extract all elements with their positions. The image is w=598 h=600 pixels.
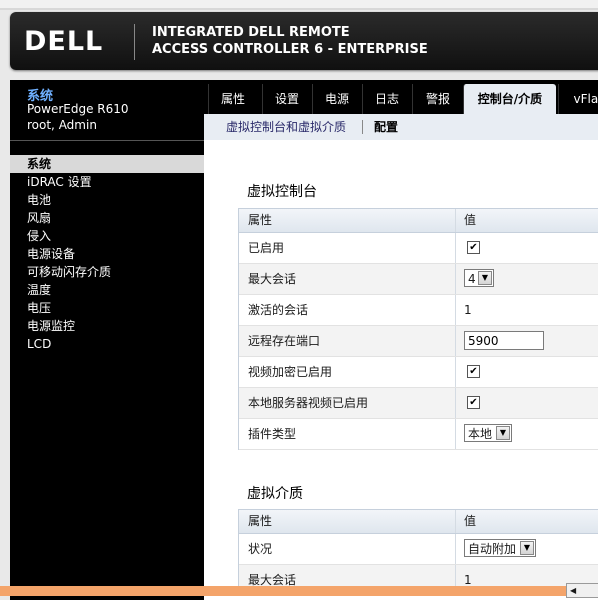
column-divider [455,388,456,418]
chevron-down-icon: ▼ [520,541,534,555]
table-row-enabled: 已启用 ✔ [239,233,598,264]
media-status-value: 自动附加 [468,542,517,556]
row-label: 激活的会话 [248,303,309,317]
column-divider [455,264,456,294]
chevron-down-icon: ▼ [478,271,492,285]
tab-setup[interactable]: 设置 [262,84,311,114]
virtual-media-table: 属性 值 状况 自动附加 ▼ 最大会话 1 [238,509,598,596]
column-divider [455,510,456,533]
column-divider [455,209,456,232]
virtual-media-heading: 虚拟介质 [247,486,303,502]
tab-logs[interactable]: 日志 [362,84,411,114]
column-divider [455,534,456,564]
tab-alerts[interactable]: 警报 [412,84,463,114]
row-label: 插件类型 [248,427,297,441]
virtual-console-table: 属性 值 已启用 ✔ 最大会话 4 ▼ 激活的会话 1 远程存在端口 5900 … [238,208,598,450]
table-header: 属性 值 [239,510,598,534]
plugin-type-select[interactable]: 本地 ▼ [464,424,512,442]
sidebar-item-lcd[interactable]: LCD [10,335,204,353]
subnav-configuration[interactable]: 配置 [374,118,398,135]
sidebar-item-system[interactable]: 系统 [10,155,204,173]
product-title: INTEGRATED DELL REMOTE ACCESS CONTROLLER… [152,24,428,58]
row-label: 已启用 [248,241,285,255]
dell-logo: DELL [24,26,104,57]
table-row-video-encryption: 视频加密已启用 ✔ [239,357,598,388]
bottom-status-strip [0,586,598,596]
tab-power[interactable]: 电源 [312,84,361,114]
sidebar-item-voltages[interactable]: 电压 [10,299,204,317]
sidebar-item-idrac-settings[interactable]: iDRAC 设置 [10,173,204,191]
sub-navigation: 虚拟控制台和虚拟介质 配置 [204,114,598,140]
tab-vflash[interactable]: vFlas [558,84,598,114]
sidebar-item-intrusion[interactable]: 侵入 [10,227,204,245]
plugin-type-value: 本地 [468,427,493,441]
chevron-down-icon: ▼ [496,426,510,440]
column-divider [455,326,456,356]
column-divider [455,357,456,387]
table-row-remote-port: 远程存在端口 [239,326,598,357]
column-divider [455,233,456,263]
row-label: 最大会话 [248,272,297,286]
current-user: root, Admin [27,118,97,132]
media-status-select[interactable]: 自动附加 ▼ [464,539,536,557]
product-title-line1: INTEGRATED DELL REMOTE [152,25,350,40]
subnav-console-media-link[interactable]: 虚拟控制台和虚拟介质 [226,118,346,135]
table-row-max-sessions: 最大会话 4 ▼ [239,264,598,295]
max-sessions-value: 4 [468,272,476,286]
remote-port-input[interactable] [464,331,544,350]
subnav-separator [362,120,363,134]
table-row-local-video: 本地服务器视频已启用 ✔ [239,388,598,419]
sidebar-item-power-monitoring[interactable]: 电源监控 [10,317,204,335]
row-label: 视频加密已启用 [248,365,333,379]
row-label: 状况 [248,542,273,556]
table-row-plugin-type: 插件类型 本地 ▼ [239,419,598,450]
max-sessions-select[interactable]: 4 ▼ [464,269,494,287]
content-area: 虚拟控制台 属性 值 已启用 ✔ 最大会话 4 ▼ 激活的会话 1 远程存在端口… [204,140,598,600]
column-divider [455,295,456,325]
server-model: PowerEdge R610 [27,102,129,116]
column-property: 属性 [248,514,273,528]
table-row-active-sessions: 激活的会话 1 [239,295,598,326]
video-encryption-checkbox[interactable]: ✔ [467,365,480,378]
app-header: DELL INTEGRATED DELL REMOTE ACCESS CONTR… [10,12,598,70]
column-value: 值 [464,514,477,528]
row-label: 本地服务器视频已启用 [248,396,369,410]
header-divider [134,24,135,60]
top-window-strip [0,0,598,8]
column-property: 属性 [248,213,273,227]
sidebar-item-temperatures[interactable]: 温度 [10,281,204,299]
sidebar-item-power-supplies[interactable]: 电源设备 [10,245,204,263]
virtual-console-heading: 虚拟控制台 [247,184,317,200]
sidebar-item-fans[interactable]: 风扇 [10,209,204,227]
enabled-checkbox[interactable]: ✔ [467,241,480,254]
tab-properties[interactable]: 属性 [208,84,257,114]
column-divider [455,419,456,449]
sidebar-menu: 系统 iDRAC 设置 电池 风扇 侵入 电源设备 可移动闪存介质 温度 电压 … [10,155,204,353]
table-header: 属性 值 [239,209,598,233]
sidebar-item-batteries[interactable]: 电池 [10,191,204,209]
tab-console-media[interactable]: 控制台/介质 [463,84,556,114]
product-title-line2: ACCESS CONTROLLER 6 - ENTERPRISE [152,42,428,57]
row-label: 远程存在端口 [248,334,321,348]
table-row-status: 状况 自动附加 ▼ [239,534,598,565]
tab-bar: 属性 设置 电源 日志 警报 控制台/介质 vFlas [204,80,598,114]
column-value: 值 [464,213,477,227]
sidebar-item-removable-flash[interactable]: 可移动闪存介质 [10,263,204,281]
main-panel: 属性 设置 电源 日志 警报 控制台/介质 vFlas 虚拟控制台和虚拟介质 配… [204,80,598,600]
active-sessions-value: 1 [464,303,472,317]
local-video-checkbox[interactable]: ✔ [467,396,480,409]
sidebar-divider [10,140,204,141]
sidebar: 系统 PowerEdge R610 root, Admin 系统 iDRAC 设… [10,80,204,600]
top-separator [0,8,598,10]
